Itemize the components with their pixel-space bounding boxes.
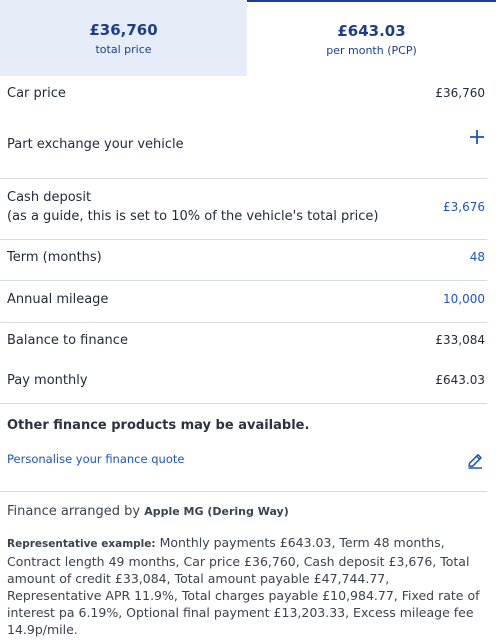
part-exchange-label: Part exchange your vehicle — [7, 137, 184, 152]
dealer-name: Apple MG (Dering Way) — [144, 505, 289, 518]
balance-label: Balance to finance — [7, 333, 128, 348]
balance-value: £33,084 — [435, 333, 485, 347]
representative-example-label: Representative example: — [7, 538, 156, 550]
term-row: Term (months) 48 — [0, 240, 487, 281]
representative-example-text: Monthly payments £643.03, Term 48 months… — [7, 535, 480, 637]
representative-example: Representative example: Monthly payments… — [7, 534, 482, 638]
finance-arranged-by: Finance arranged by Apple MG (Dering Way… — [7, 504, 289, 519]
personalise-quote-link[interactable]: Personalise your finance quote — [7, 452, 184, 466]
cash-deposit-label: Cash deposit — [7, 190, 92, 205]
pay-monthly-value: £643.03 — [435, 373, 485, 387]
cash-deposit-value[interactable]: £3,676 — [443, 200, 485, 214]
part-exchange-row[interactable]: Part exchange your vehicle — [0, 116, 487, 179]
car-price-value: £36,760 — [435, 86, 485, 100]
pencil-icon[interactable] — [466, 452, 484, 470]
tab-total-price[interactable]: £36,760 total price — [0, 0, 247, 76]
balance-row: Balance to finance £33,084 — [0, 323, 487, 363]
car-price-row: Car price £36,760 — [0, 76, 487, 116]
tab-per-month-amount: £643.03 — [337, 21, 406, 40]
annual-mileage-label: Annual mileage — [7, 292, 109, 307]
tab-per-month[interactable]: £643.03 per month (PCP) — [247, 0, 496, 76]
annual-mileage-row: Annual mileage 10,000 — [0, 281, 487, 323]
term-label: Term (months) — [7, 250, 102, 265]
divider — [0, 491, 487, 492]
annual-mileage-value[interactable]: 10,000 — [443, 292, 485, 306]
pay-monthly-row: Pay monthly £643.03 — [0, 363, 487, 404]
tab-total-price-label: total price — [95, 42, 152, 56]
term-value[interactable]: 48 — [470, 250, 485, 264]
other-products-notice: Other finance products may be available. — [7, 418, 310, 433]
payment-tabs: £36,760 total price £643.03 per month (P… — [0, 0, 496, 76]
cash-deposit-hint: (as a guide, this is set to 10% of the v… — [7, 209, 379, 224]
cash-deposit-row: Cash deposit (as a guide, this is set to… — [0, 179, 487, 240]
pay-monthly-label: Pay monthly — [7, 373, 88, 388]
plus-icon[interactable] — [469, 129, 485, 145]
finance-arranged-prefix: Finance arranged by — [7, 504, 141, 519]
tab-total-price-amount: £36,760 — [89, 20, 158, 39]
car-price-label: Car price — [7, 86, 66, 101]
tab-per-month-label: per month (PCP) — [326, 43, 417, 57]
